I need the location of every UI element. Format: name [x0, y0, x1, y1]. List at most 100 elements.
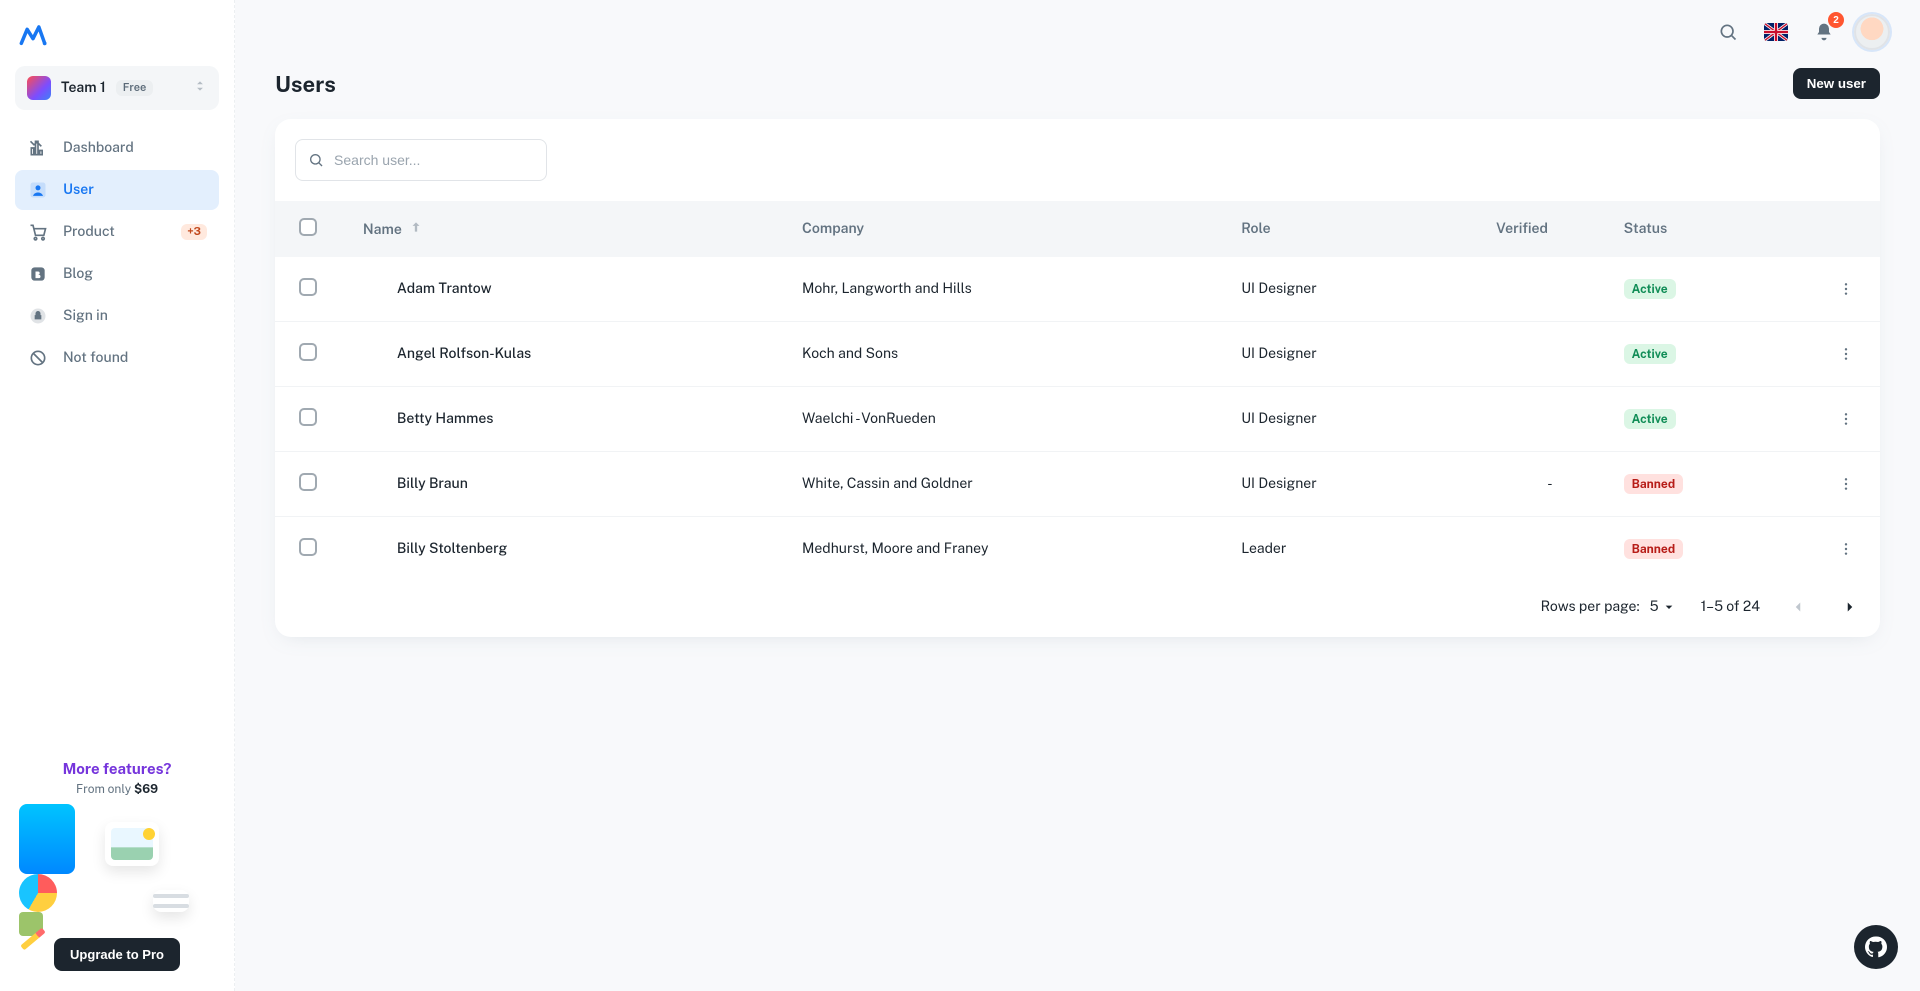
user-icon [27, 179, 49, 201]
table-head: Name Company Role Verified Status [275, 201, 1880, 257]
users-table: Name Company Role Verified Status Adam T… [275, 201, 1880, 581]
disabled-icon [27, 347, 49, 369]
pagination-range: 1–5 of 24 [1701, 599, 1760, 615]
cell-role: Leader [1231, 517, 1486, 582]
cell-status: Active [1614, 387, 1812, 452]
search-input[interactable] [332, 151, 534, 169]
cell-status: Active [1614, 322, 1812, 387]
chevron-up-down-icon [193, 79, 207, 97]
row-menu-button[interactable] [1832, 340, 1860, 368]
col-company[interactable]: Company [792, 201, 1231, 257]
sidebar-item-blog[interactable]: Blog [15, 254, 219, 294]
row-menu-button[interactable] [1832, 535, 1860, 563]
sidebar-item-label: Blog [63, 266, 93, 282]
blog-icon [27, 263, 49, 285]
cell-name: Billy Braun [353, 452, 792, 517]
row-checkbox[interactable] [299, 408, 317, 426]
table-row: Betty Hammes Waelchi - VonRueden UI Desi… [275, 387, 1880, 452]
avatar[interactable] [1854, 14, 1890, 50]
chevron-right-icon [1841, 598, 1859, 616]
row-checkbox[interactable] [299, 343, 317, 361]
sidebar-item-product[interactable]: Product +3 [15, 212, 219, 252]
github-button[interactable] [1854, 925, 1898, 969]
sidebar-item-sign-in[interactable]: Sign in [15, 296, 219, 336]
cell-verified [1486, 517, 1613, 582]
row-checkbox[interactable] [299, 538, 317, 556]
sidebar-item-label: Product [63, 224, 115, 240]
language-switch[interactable] [1758, 16, 1794, 48]
table-row: Adam Trantow Mohr, Langworth and Hills U… [275, 257, 1880, 322]
row-menu-button[interactable] [1832, 405, 1860, 433]
sidebar-item-label: Not found [63, 350, 128, 366]
notifications-badge: 2 [1828, 12, 1844, 28]
users-card: Name Company Role Verified Status Adam T… [275, 119, 1880, 637]
lock-icon [27, 305, 49, 327]
search-box[interactable] [295, 139, 547, 181]
cell-company: Koch and Sons [792, 322, 1231, 387]
more-vertical-icon [1838, 541, 1854, 557]
cell-role: UI Designer [1231, 452, 1486, 517]
row-checkbox[interactable] [299, 473, 317, 491]
cell-name: Billy Stoltenberg [353, 517, 792, 582]
sidebar-item-label: Dashboard [63, 140, 134, 156]
promo-illustration [19, 804, 215, 924]
rows-per-page-select[interactable]: 5 [1650, 599, 1677, 615]
status-badge: Active [1624, 344, 1676, 364]
sidebar-item-label: Sign in [63, 308, 108, 324]
col-name[interactable]: Name [353, 201, 792, 257]
cell-status: Banned [1614, 517, 1812, 582]
row-menu-button[interactable] [1832, 470, 1860, 498]
cell-verified [1486, 387, 1613, 452]
col-verified[interactable]: Verified [1486, 201, 1613, 257]
github-icon [1865, 936, 1887, 958]
cell-role: UI Designer [1231, 387, 1486, 452]
team-name: Team 1 [61, 80, 106, 96]
chart-icon [27, 137, 49, 159]
page-title: Users [275, 71, 336, 97]
status-badge: Active [1624, 279, 1676, 299]
upgrade-button[interactable]: Upgrade to Pro [54, 938, 180, 971]
notifications-button[interactable]: 2 [1808, 16, 1840, 48]
status-badge: Active [1624, 409, 1676, 429]
app-logo[interactable] [19, 20, 47, 48]
next-page-button[interactable] [1836, 593, 1864, 621]
more-vertical-icon [1838, 346, 1854, 362]
promo-box: More features? From only $69 Upgrade to … [15, 761, 219, 971]
row-checkbox[interactable] [299, 278, 317, 296]
row-menu-button[interactable] [1832, 275, 1860, 303]
new-user-button[interactable]: New user [1793, 68, 1880, 99]
more-vertical-icon [1838, 411, 1854, 427]
table-body: Adam Trantow Mohr, Langworth and Hills U… [275, 257, 1880, 581]
search-button[interactable] [1712, 16, 1744, 48]
sort-asc-icon [409, 220, 423, 238]
search-icon [1718, 22, 1738, 42]
topbar: 2 [235, 0, 1920, 64]
cell-name: Betty Hammes [353, 387, 792, 452]
search-section [275, 119, 1880, 201]
cart-icon [27, 221, 49, 243]
cell-verified [1486, 257, 1613, 322]
sidebar-item-user[interactable]: User [15, 170, 219, 210]
sidebar-item-dashboard[interactable]: Dashboard [15, 128, 219, 168]
more-vertical-icon [1838, 281, 1854, 297]
rows-per-page-label: Rows per page: [1541, 599, 1640, 615]
cell-verified: - [1486, 452, 1613, 517]
chevron-left-icon [1789, 598, 1807, 616]
team-switcher[interactable]: Team 1 Free [15, 66, 219, 110]
flag-uk-icon [1764, 23, 1788, 41]
col-role[interactable]: Role [1231, 201, 1486, 257]
col-status[interactable]: Status [1614, 201, 1812, 257]
cell-status: Active [1614, 257, 1812, 322]
table-row: Billy Braun White, Cassin and Goldner UI… [275, 452, 1880, 517]
team-icon [27, 76, 51, 100]
select-all-checkbox[interactable] [299, 218, 317, 236]
prev-page-button[interactable] [1784, 593, 1812, 621]
cell-name: Adam Trantow [353, 257, 792, 322]
promo-subtitle: From only $69 [19, 782, 215, 796]
page-header: Users New user [275, 68, 1880, 99]
cell-verified [1486, 322, 1613, 387]
sidebar-item-not-found[interactable]: Not found [15, 338, 219, 378]
product-count-badge: +3 [181, 224, 207, 240]
cell-company: Mohr, Langworth and Hills [792, 257, 1231, 322]
status-badge: Banned [1624, 474, 1683, 494]
